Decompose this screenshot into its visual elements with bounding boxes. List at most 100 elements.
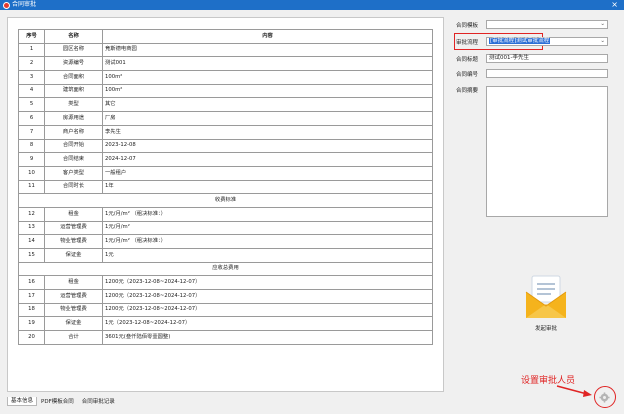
- table-row: 18 物业管理费 1200元（2023-12-08~2024-12-07）: [18, 302, 433, 318]
- row-number: 8: [18, 138, 45, 154]
- gear-icon[interactable]: [599, 392, 610, 403]
- row-number: 9: [18, 152, 45, 167]
- row-value: 1200元（2023-12-08~2024-12-07）: [102, 275, 433, 291]
- row-number: 17: [18, 289, 45, 304]
- row-value: 3601元(叁仟陆佰零壹圆整): [102, 330, 433, 345]
- row-number: 16: [18, 275, 45, 291]
- row-value: 测试001: [102, 56, 433, 72]
- row-value: 100m²: [102, 70, 433, 85]
- row-name: 保证金: [44, 248, 103, 263]
- table-row: 9 合同结束 2024-12-07: [18, 152, 433, 167]
- row-name: 运营管理费: [44, 220, 103, 236]
- row-value: 2023-12-08: [102, 138, 433, 154]
- arrow-icon: [556, 385, 592, 397]
- row-name: 商户名称: [44, 124, 103, 140]
- table-row: 14 物业管理费 1元/月/m² （租决标准：）: [18, 234, 433, 249]
- row-number: 12: [18, 206, 45, 222]
- row-number: 13: [18, 220, 45, 236]
- flow-label: 审批流程: [456, 40, 479, 46]
- row-name: 建筑面积: [44, 83, 103, 99]
- table-row: 1 园区名称 竞斯德电商园: [18, 42, 433, 58]
- close-icon[interactable]: ×: [611, 0, 618, 10]
- table-body: 1 园区名称 竞斯德电商园 2 资源编号 测试001 3 合同面积 100m² 4 建筑面积 100m…: [18, 42, 433, 345]
- section-title: 收费标准: [18, 193, 433, 208]
- row-number: 19: [18, 316, 45, 332]
- table-row: 13 运营管理费 1元/月/m²: [18, 220, 433, 236]
- number-row: 合同编号: [456, 69, 486, 79]
- row-value: 厂房: [102, 111, 433, 126]
- number-input[interactable]: [486, 69, 608, 78]
- row-name: 物业管理费: [44, 234, 103, 249]
- section-title: 应收总费用: [18, 261, 433, 277]
- contract-content-panel: 序号 名称 内容 1 园区名称 竞斯德电商园 2 资源编号 测试001 3 合同面积 100m²…: [7, 17, 444, 392]
- table-row: 20 合计 3601元(叁仟陆佰零壹圆整): [18, 330, 433, 345]
- row-name: 租金: [44, 275, 103, 291]
- row-value: 1元（2023-12-08~2024-12-07）: [102, 316, 433, 332]
- table-row: 7 商户名称 李先生: [18, 124, 433, 140]
- row-name: 类型: [44, 97, 103, 113]
- flow-value: [审批流程]测试审批流程: [489, 38, 551, 44]
- table-row: 2 资源编号 测试001: [18, 56, 433, 72]
- row-number: 7: [18, 124, 45, 140]
- row-value: 1元: [102, 248, 433, 263]
- table-row: 11 合同时长 1年: [18, 179, 433, 195]
- table-row: 6 房源用途 厂房: [18, 111, 433, 126]
- row-number: 3: [18, 70, 45, 85]
- bottom-tab-bar: 基本信息 PDF模板合同 合同审批记录: [7, 397, 119, 406]
- flow-select[interactable]: [审批流程]测试审批流程 ⌄: [486, 37, 608, 46]
- chevron-down-icon: ⌄: [600, 21, 605, 27]
- row-name: 物业管理费: [44, 302, 103, 318]
- title-input[interactable]: 测试001-李先生: [486, 54, 608, 63]
- envelope-icon: [525, 275, 567, 318]
- row-name: 资源编号: [44, 56, 103, 72]
- row-name: 运营管理费: [44, 289, 103, 304]
- table-row: 3 合同面积 100m²: [18, 70, 433, 85]
- template-label: 合同模板: [456, 23, 479, 29]
- table-row: 17 运营管理费 1200元（2023-12-08~2024-12-07）: [18, 289, 433, 304]
- row-number: 5: [18, 97, 45, 113]
- row-name: 房源用途: [44, 111, 103, 126]
- row-number: 10: [18, 165, 45, 181]
- row-value: 1元/月/m² （租决标准：）: [102, 206, 433, 222]
- app-icon: [3, 1, 10, 9]
- header-name: 名称: [44, 29, 103, 44]
- title-row: 合同标题: [456, 54, 486, 64]
- row-name: 合同结束: [44, 152, 103, 167]
- table-row: 16 租金 1200元（2023-12-08~2024-12-07）: [18, 275, 433, 291]
- row-number: 1: [18, 42, 45, 58]
- row-number: 2: [18, 56, 45, 72]
- table-section-row: 收费标准: [18, 193, 433, 208]
- row-value: 1200元（2023-12-08~2024-12-07）: [102, 302, 433, 318]
- row-name: 合计: [44, 330, 103, 345]
- tab-basic-info[interactable]: 基本信息: [7, 397, 38, 406]
- tab-approval-records[interactable]: 合同审批记录: [78, 397, 119, 406]
- header-content: 内容: [102, 29, 433, 44]
- send-approval-label: 发起审批: [534, 326, 557, 332]
- row-value: 100m²: [102, 83, 433, 99]
- row-value: 其它: [102, 97, 433, 113]
- memo-textarea[interactable]: [486, 86, 608, 217]
- tab-pdf-template[interactable]: PDF模板合同: [37, 397, 78, 406]
- row-number: 14: [18, 234, 45, 249]
- memo-row: 合同摘要: [456, 85, 486, 95]
- row-name: 客户类型: [44, 165, 103, 181]
- table-row: 10 客户类型 一般租户: [18, 165, 433, 181]
- row-name: 租金: [44, 206, 103, 222]
- chevron-down-icon: ⌄: [600, 38, 605, 44]
- number-label: 合同编号: [456, 72, 479, 78]
- row-value: 1元/月/m² （租决标准：）: [102, 234, 433, 249]
- title-value: 测试001-李先生: [489, 55, 529, 61]
- row-value: 1200元（2023-12-08~2024-12-07）: [102, 289, 433, 304]
- row-number: 6: [18, 111, 45, 126]
- table-row: 15 保证金 1元: [18, 248, 433, 263]
- row-value: 竞斯德电商园: [102, 42, 433, 58]
- template-select[interactable]: ⌄: [486, 20, 608, 29]
- row-number: 20: [18, 330, 45, 345]
- table-row: 8 合同开始 2023-12-08: [18, 138, 433, 154]
- row-value: 2024-12-07: [102, 152, 433, 167]
- table-section-row: 应收总费用: [18, 261, 433, 277]
- table-header-row: 序号 名称 内容: [18, 29, 433, 44]
- send-approval-button[interactable]: 发起审批: [516, 270, 576, 336]
- header-no: 序号: [18, 29, 45, 44]
- row-name: 合同开始: [44, 138, 103, 154]
